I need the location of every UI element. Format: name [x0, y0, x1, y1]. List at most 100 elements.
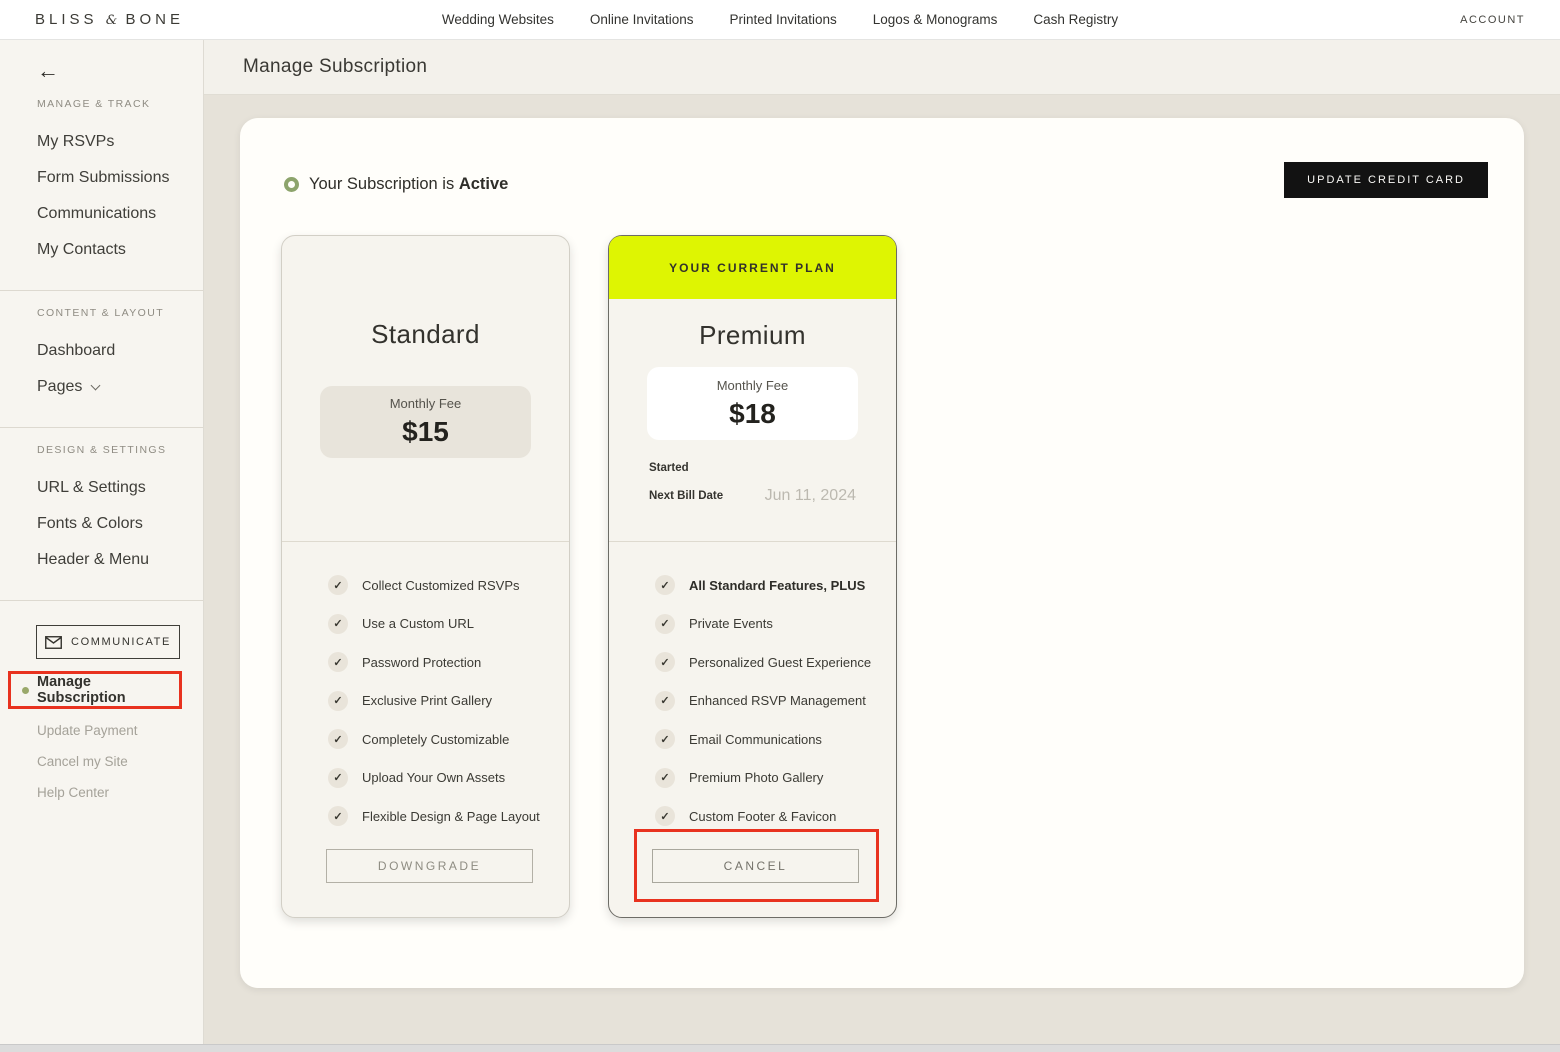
current-plan-badge: YOUR CURRENT PLAN	[609, 236, 896, 299]
plan-cards: Standard Monthly Fee $15 ✓Collect Custom…	[281, 235, 897, 918]
standard-fee-box: Monthly Fee $15	[320, 386, 531, 458]
manage-track-items: My RSVPs Form Submissions Communications…	[0, 124, 203, 268]
status-prefix: Your Subscription is	[309, 175, 454, 193]
chevron-down-icon	[91, 380, 101, 390]
check-icon: ✓	[655, 768, 675, 788]
billing-info: Started Next Bill Date Jun 11, 2024	[609, 440, 896, 505]
check-icon: ✓	[655, 652, 675, 672]
sidebar-item-cancel-my-site[interactable]: Cancel my Site	[0, 746, 203, 777]
nav-online-invitations[interactable]: Online Invitations	[590, 12, 694, 27]
premium-plan-top: YOUR CURRENT PLAN Premium Monthly Fee $1…	[609, 236, 896, 542]
feature-row: ✓Upload Your Own Assets	[328, 759, 569, 798]
sidebar-item-help-center[interactable]: Help Center	[0, 777, 203, 808]
sidebar-item-url-settings[interactable]: URL & Settings	[0, 470, 203, 506]
check-icon: ✓	[328, 614, 348, 634]
subscription-status: Your Subscription is Active	[284, 175, 508, 194]
active-dot-icon	[22, 687, 29, 694]
check-icon: ✓	[655, 691, 675, 711]
account-link[interactable]: ACCOUNT	[1460, 14, 1525, 26]
feature-row: ✓Email Communications	[655, 720, 896, 759]
check-icon: ✓	[328, 575, 348, 595]
feature-label: Password Protection	[362, 655, 481, 670]
pages-label: Pages	[37, 378, 82, 396]
premium-fee-box: Monthly Fee $18	[647, 367, 858, 440]
sidebar-item-pages[interactable]: Pages	[0, 369, 203, 405]
sidebar-item-communications[interactable]: Communications	[0, 196, 203, 232]
check-icon: ✓	[655, 806, 675, 826]
fee-label: Monthly Fee	[390, 396, 462, 411]
feature-label: Personalized Guest Experience	[689, 655, 871, 670]
sidebar-divider	[0, 427, 203, 428]
bottom-window-edge	[0, 1044, 1560, 1052]
feature-label: Flexible Design & Page Layout	[362, 809, 540, 824]
standard-plan-top: Standard Monthly Fee $15	[282, 236, 569, 542]
feature-row: ✓Private Events	[655, 605, 896, 644]
feature-label: Enhanced RSVP Management	[689, 693, 866, 708]
nav-printed-invitations[interactable]: Printed Invitations	[729, 12, 836, 27]
cancel-button[interactable]: CANCEL	[652, 849, 859, 883]
feature-label: Exclusive Print Gallery	[362, 693, 492, 708]
check-icon: ✓	[655, 614, 675, 634]
communicate-button[interactable]: COMMUNICATE	[36, 625, 180, 659]
next-bill-value: Jun 11, 2024	[765, 487, 856, 505]
feature-label: All Standard Features, PLUS	[689, 578, 865, 593]
page-header: Manage Subscription	[204, 40, 1560, 95]
section-title-manage-track: MANAGE & TRACK	[37, 98, 203, 110]
next-bill-row: Next Bill Date Jun 11, 2024	[649, 487, 856, 505]
sidebar: ← MANAGE & TRACK My RSVPs Form Submissio…	[0, 40, 204, 1044]
sidebar-divider	[0, 290, 203, 291]
feature-label: Custom Footer & Favicon	[689, 809, 836, 824]
content-area: Your Subscription is Active UPDATE CREDI…	[204, 95, 1560, 1044]
nav-logos-monograms[interactable]: Logos & Monograms	[873, 12, 998, 27]
check-icon: ✓	[328, 729, 348, 749]
feature-row: ✓ Flexible Design & Page Layout	[328, 797, 569, 836]
feature-label: Upload Your Own Assets	[362, 770, 505, 785]
sidebar-divider	[0, 600, 203, 601]
feature-row: ✓ Exclusive Print Gallery	[328, 682, 569, 721]
sidebar-item-dashboard[interactable]: Dashboard	[0, 333, 203, 369]
subscription-panel: Your Subscription is Active UPDATE CREDI…	[240, 118, 1524, 988]
downgrade-button[interactable]: DOWNGRADE	[326, 849, 533, 883]
fee-amount: $15	[402, 416, 449, 448]
premium-features-list: ✓ All Standard Features, PLUS ✓Private Ev…	[609, 542, 896, 836]
plan-name-standard: Standard	[282, 236, 569, 350]
brand-logo[interactable]: BLISS & BONE	[35, 11, 184, 28]
feature-label: Completely Customizable	[362, 732, 509, 747]
nav-cash-registry[interactable]: Cash Registry	[1033, 12, 1118, 27]
fee-amount: $18	[729, 398, 776, 430]
sidebar-item-fonts-colors[interactable]: Fonts & Colors	[0, 506, 203, 542]
feature-row: ✓ All Standard Features, PLUS	[655, 566, 896, 605]
check-icon: ✓	[328, 806, 348, 826]
status-text: Your Subscription is Active	[309, 175, 508, 194]
feature-label: Premium Photo Gallery	[689, 770, 823, 785]
back-arrow-icon[interactable]: ←	[37, 60, 203, 82]
sidebar-item-header-menu[interactable]: Header & Menu	[0, 542, 203, 578]
check-icon: ✓	[655, 575, 675, 595]
page-title: Manage Subscription	[243, 56, 427, 78]
top-nav-menu: Wedding Websites Online Invitations Prin…	[442, 12, 1118, 27]
feature-row: ✓ Custom Footer & Favicon	[655, 797, 896, 836]
plan-card-standard: Standard Monthly Fee $15 ✓Collect Custom…	[281, 235, 570, 918]
update-credit-card-button[interactable]: UPDATE CREDIT CARD	[1284, 162, 1488, 198]
nav-wedding-websites[interactable]: Wedding Websites	[442, 12, 554, 27]
envelope-icon	[45, 636, 62, 649]
sidebar-item-update-payment[interactable]: Update Payment	[0, 715, 203, 746]
next-bill-label: Next Bill Date	[649, 490, 723, 502]
sidebar-item-my-contacts[interactable]: My Contacts	[0, 232, 203, 268]
plan-name-premium: Premium	[609, 299, 896, 351]
sidebar-item-form-submissions[interactable]: Form Submissions	[0, 160, 203, 196]
check-icon: ✓	[328, 652, 348, 672]
status-active-icon	[284, 177, 299, 192]
sidebar-item-manage-subscription[interactable]: Manage Subscription	[37, 674, 179, 706]
started-row: Started	[649, 462, 856, 474]
standard-features-list: ✓Collect Customized RSVPs ✓Use a Custom …	[282, 542, 569, 836]
feature-row: ✓Use a Custom URL	[328, 605, 569, 644]
sidebar-item-my-rsvps[interactable]: My RSVPs	[0, 124, 203, 160]
fee-label: Monthly Fee	[717, 378, 789, 393]
check-icon: ✓	[328, 691, 348, 711]
logo-text-right: BONE	[125, 11, 184, 28]
feature-row: ✓ Completely Customizable	[328, 720, 569, 759]
logo-ampersand: &	[106, 13, 118, 28]
plan-card-premium: YOUR CURRENT PLAN Premium Monthly Fee $1…	[608, 235, 897, 918]
communicate-label: COMMUNICATE	[71, 636, 171, 648]
